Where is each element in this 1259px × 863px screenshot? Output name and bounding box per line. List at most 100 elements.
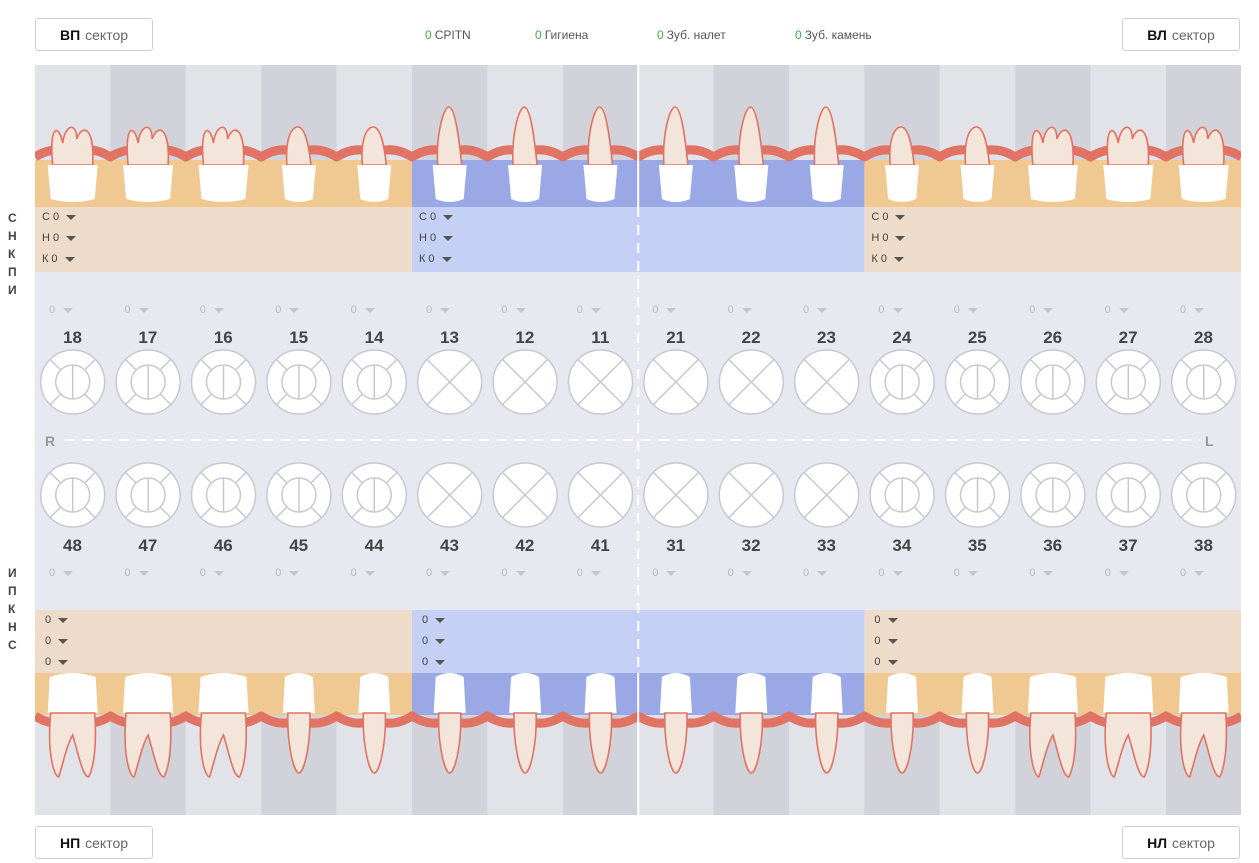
tooth-value-dropdown[interactable]: 0 xyxy=(954,567,978,579)
tooth-value-dropdown[interactable]: 0 xyxy=(878,567,903,579)
ksn-dropdown[interactable]: 0 xyxy=(419,652,446,673)
tooth-value-dropdown[interactable]: 0 xyxy=(351,567,375,579)
ksn-dropdown[interactable]: С0 xyxy=(871,207,906,228)
lower-tooth-surface-diagram[interactable] xyxy=(718,462,785,528)
index-plaque[interactable]: 0 Зуб. налет xyxy=(657,28,726,42)
upper-tooth-surface-diagram[interactable] xyxy=(1170,349,1237,415)
upper-tooth-surface-diagram[interactable] xyxy=(39,349,106,415)
np-sector-button[interactable]: НП сектор xyxy=(35,826,153,859)
lower-tooth-surface-diagram[interactable] xyxy=(266,462,332,528)
ksn-dropdown[interactable]: С0 xyxy=(419,207,454,228)
tooth-value-dropdown[interactable]: 0 xyxy=(275,304,300,316)
tooth-value-dropdown[interactable]: 0 xyxy=(954,304,978,316)
ksn-dropdown[interactable]: 0 xyxy=(42,631,69,652)
upper-tooth-surface-diagram[interactable] xyxy=(115,349,181,415)
index-calculus[interactable]: 0 Зуб. камень xyxy=(795,28,872,42)
ksn-dropdown[interactable]: 0 xyxy=(871,631,898,652)
lower-tooth-surface-diagram[interactable] xyxy=(1095,462,1162,528)
lower-tooth-surface-diagram[interactable] xyxy=(944,462,1011,528)
upper-tooth-surface-diagram[interactable] xyxy=(1020,349,1086,415)
tooth-value-dropdown[interactable]: 0 xyxy=(1029,304,1054,316)
tooth-value: 0 xyxy=(878,304,885,316)
ksn-dropdown[interactable]: 0 xyxy=(42,652,69,673)
dropdown-arrow-icon xyxy=(66,215,77,220)
tooth-value-dropdown[interactable]: 0 xyxy=(1105,304,1129,316)
tooth-value-dropdown[interactable]: 0 xyxy=(728,567,752,579)
tooth-value-dropdown[interactable]: 0 xyxy=(803,567,828,579)
lower-tooth-surface-diagram[interactable] xyxy=(416,462,483,528)
tooth-value-dropdown[interactable]: 0 xyxy=(1105,567,1129,579)
upper-tooth-surface-diagram[interactable] xyxy=(643,349,709,415)
side-left-marker: L xyxy=(1205,433,1214,449)
lower-tooth-surface-diagram[interactable] xyxy=(190,462,257,528)
tooth-value-dropdown[interactable]: 0 xyxy=(1029,567,1054,579)
ksn-dropdown[interactable]: Н0 xyxy=(419,228,454,249)
upper-tooth-surface-diagram[interactable] xyxy=(416,349,483,415)
tooth-value: 0 xyxy=(1180,304,1187,316)
tooth-value-dropdown[interactable]: 0 xyxy=(124,304,149,316)
tooth-value-dropdown[interactable]: 0 xyxy=(652,304,677,316)
tooth-value-dropdown[interactable]: 0 xyxy=(577,567,601,579)
tooth-value-dropdown[interactable]: 0 xyxy=(124,567,149,579)
nl-sector-code: НЛ xyxy=(1147,834,1168,851)
lower-tooth-surface-diagram[interactable] xyxy=(341,462,408,528)
lower-tooth-surface-diagram[interactable] xyxy=(1020,462,1086,528)
dropdown-arrow-icon xyxy=(1118,307,1129,313)
ksn-dropdown[interactable]: К0 xyxy=(871,249,905,270)
upper-tooth-surface-diagram[interactable] xyxy=(869,349,935,415)
lower-tooth-surface-diagram[interactable] xyxy=(567,462,634,528)
tooth-value-dropdown[interactable]: 0 xyxy=(1180,567,1205,579)
ksn-dropdown[interactable]: 0 xyxy=(871,610,898,631)
ksn-dropdown[interactable]: 0 xyxy=(42,610,69,631)
lower-tooth-surface-diagram[interactable] xyxy=(643,462,709,528)
upper-tooth-surface-diagram[interactable] xyxy=(341,349,408,415)
lower-tooth-surface-diagram[interactable] xyxy=(793,462,860,528)
tooth-value-dropdown[interactable]: 0 xyxy=(200,567,224,579)
tooth-value-dropdown[interactable]: 0 xyxy=(501,304,526,316)
upper-tooth-surface-diagram[interactable] xyxy=(266,349,332,415)
ksn-dropdown[interactable]: 0 xyxy=(419,610,446,631)
upper-tooth-surface-diagram[interactable] xyxy=(492,349,558,415)
upper-tooth-surface-diagram[interactable] xyxy=(567,349,634,415)
tooth-value-dropdown[interactable]: 0 xyxy=(1180,304,1205,316)
ksn-dropdown[interactable]: К0 xyxy=(419,249,453,270)
nl-sector-button[interactable]: НЛ сектор xyxy=(1122,826,1240,859)
lower-tooth-surface-diagram[interactable] xyxy=(869,462,935,528)
ksn-dropdown[interactable]: Н0 xyxy=(42,228,77,249)
lower-tooth-surface-diagram[interactable] xyxy=(115,462,181,528)
ksn-dropdown[interactable]: 0 xyxy=(419,631,446,652)
tooth-value-dropdown[interactable]: 0 xyxy=(351,304,375,316)
tooth-value-dropdown[interactable]: 0 xyxy=(49,304,74,316)
upper-tooth-surface-diagram[interactable] xyxy=(190,349,257,415)
upper-tooth-surface-diagram[interactable] xyxy=(718,349,785,415)
tooth-value-dropdown[interactable]: 0 xyxy=(803,304,828,316)
ksn-dropdown[interactable]: К0 xyxy=(42,249,76,270)
ksn-dropdown[interactable]: Н0 xyxy=(871,228,906,249)
tooth-value: 0 xyxy=(727,304,734,316)
ksn-dropdown[interactable]: 0 xyxy=(871,652,898,673)
lower-tooth-number: 44 xyxy=(364,536,384,555)
tooth-value-dropdown[interactable]: 0 xyxy=(501,567,526,579)
tooth-value-dropdown[interactable]: 0 xyxy=(577,304,601,316)
upper-tooth-surface-diagram[interactable] xyxy=(1095,349,1162,415)
dropdown-arrow-icon xyxy=(892,570,903,576)
tooth-value-dropdown[interactable]: 0 xyxy=(426,304,451,316)
upper-tooth-crown xyxy=(508,165,543,202)
upper-tooth-surface-diagram[interactable] xyxy=(793,349,860,415)
tooth-value-dropdown[interactable]: 0 xyxy=(652,567,677,579)
dropdown-arrow-icon xyxy=(892,307,903,313)
index-hygiene[interactable]: 0 Гигиена xyxy=(535,28,588,42)
tooth-value-dropdown[interactable]: 0 xyxy=(275,567,300,579)
tooth-value-dropdown[interactable]: 0 xyxy=(200,304,224,316)
upper-tooth-surface-diagram[interactable] xyxy=(944,349,1011,415)
tooth-value-dropdown[interactable]: 0 xyxy=(878,304,903,316)
lower-tooth-surface-diagram[interactable] xyxy=(39,462,106,528)
tooth-value-dropdown[interactable]: 0 xyxy=(728,304,752,316)
tooth-value-dropdown[interactable]: 0 xyxy=(49,567,74,579)
lower-tooth-surface-diagram[interactable] xyxy=(1170,462,1237,528)
ksn-dropdown[interactable]: С0 xyxy=(42,207,77,228)
tooth-value-dropdown[interactable]: 0 xyxy=(426,567,451,579)
lower-tooth-surface-diagram[interactable] xyxy=(492,462,558,528)
upper-tooth-crown xyxy=(960,165,995,202)
index-cpitn[interactable]: 0 CPITN xyxy=(425,28,471,42)
